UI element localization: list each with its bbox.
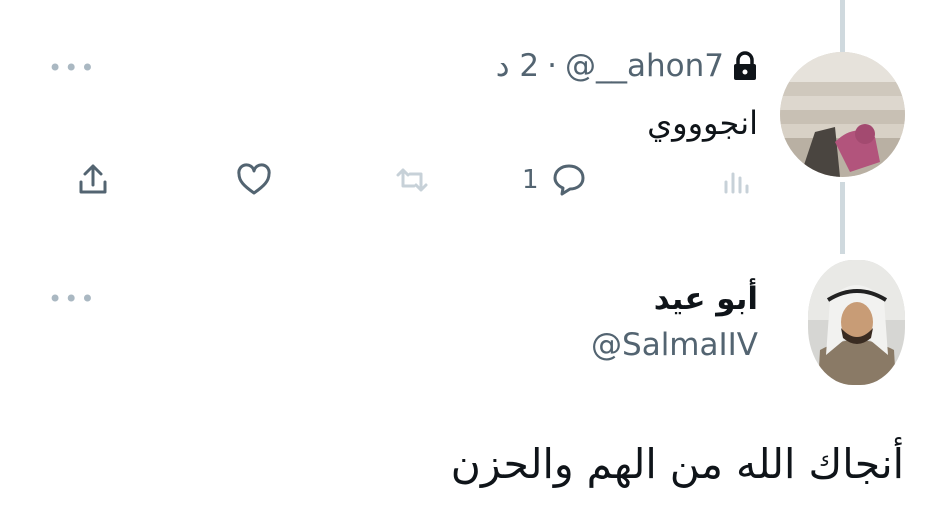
retweet-button	[394, 162, 430, 198]
analytics-icon	[724, 172, 749, 194]
reply-more-options-icon[interactable]: •••	[48, 56, 96, 80]
original-tweet-text: أنجاك الله من الهم والحزن	[450, 440, 904, 488]
like-button[interactable]	[236, 162, 272, 198]
reply-author-handle[interactable]: @__ahon7	[565, 48, 724, 84]
reply-action-bar: 1	[0, 162, 950, 202]
reply-meta-row: @__ahon7 · 2 د	[496, 48, 758, 84]
lock-icon	[732, 51, 758, 81]
comment-icon	[553, 164, 585, 196]
avatar-photo-person	[808, 260, 905, 385]
original-more-options-icon[interactable]: •••	[48, 287, 96, 311]
tweet-thread: ••• @__ahon7 · 2 د انجوووي 1 ••• أبو عيد…	[0, 0, 950, 506]
avatar-photo-stairs	[780, 52, 905, 177]
meta-separator: ·	[547, 48, 558, 84]
heart-icon	[237, 163, 271, 195]
share-icon	[79, 164, 107, 194]
reply-timestamp[interactable]: 2 د	[496, 48, 539, 84]
retweet-icon	[396, 168, 428, 192]
views-button	[718, 162, 754, 198]
original-author-avatar[interactable]	[808, 260, 905, 385]
reply-author-avatar[interactable]	[780, 52, 905, 177]
original-author-handle[interactable]: @SalmaIIV	[591, 327, 758, 363]
share-button[interactable]	[75, 162, 111, 198]
reply-count: 1	[522, 165, 539, 195]
reply-tweet-text: انجوووي	[647, 104, 758, 142]
reply-button[interactable]: 1	[522, 162, 587, 198]
original-author-name[interactable]: أبو عيد	[654, 281, 758, 317]
thread-connector-top	[840, 0, 845, 52]
